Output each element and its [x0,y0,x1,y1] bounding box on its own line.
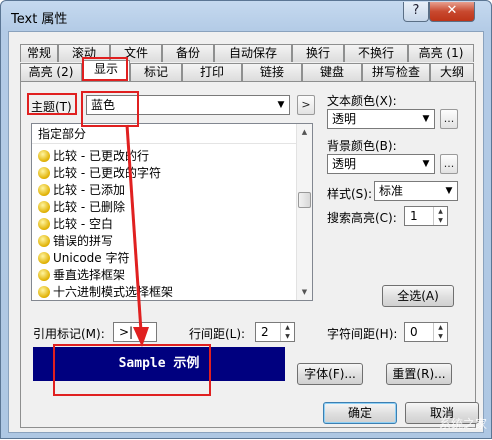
theme-select-value: 蓝色 [91,98,116,112]
color-swatch-icon [38,252,50,264]
list-item[interactable]: Unicode 字符 [38,250,129,267]
list-item-label: 比较 - 已更改的字符 [53,166,161,180]
bg-color-more-button[interactable]: ... [440,154,458,174]
list-item-label: 十六进制模式选择框架 [53,285,174,299]
color-swatch-icon [38,150,50,162]
list-item[interactable]: 比较 - 已更改的行 [38,148,149,165]
list-item-label: Unicode 字符 [53,251,130,265]
text-color-value: 透明 [332,112,357,126]
color-swatch-icon [38,167,50,179]
ref-mark-field[interactable]: >| [113,322,157,342]
chevron-down-icon: ▼ [422,114,430,124]
style-select[interactable]: 标准 ▼ [374,181,458,201]
watermark-logo: 系统之家 [438,417,487,431]
scroll-up-icon[interactable]: ▲ [297,124,312,140]
list-item[interactable]: 错误的拼写 [38,233,113,250]
color-swatch-icon [38,269,50,281]
char-spacing-spinner[interactable]: 0 ▲ ▼ [404,322,448,342]
list-item[interactable]: 比较 - 空白 [38,216,113,233]
search-highlight-label: 搜索高亮(C): [327,211,397,225]
list-scrollbar[interactable]: ▲ ▼ [296,124,312,300]
line-spacing-label: 行间距(L): [189,327,246,341]
search-highlight-value: 1 [410,209,418,223]
scroll-down-icon[interactable]: ▼ [297,284,312,300]
list-header: 指定部分 [32,124,296,144]
text-color-select[interactable]: 透明 ▼ [327,109,435,129]
chevron-down-icon: ▼ [277,100,285,110]
color-swatch-icon [38,286,50,298]
style-value: 标准 [379,184,404,198]
color-swatch-icon [38,218,50,230]
spin-arrows-icon[interactable]: ▲ ▼ [433,323,447,341]
color-swatch-icon [38,201,50,213]
bg-color-label: 背景颜色(B): [327,139,397,153]
list-item[interactable]: 比较 - 已添加 [38,182,125,199]
theme-select[interactable]: 蓝色 ▼ [86,95,290,115]
bg-color-value: 透明 [332,157,357,171]
list-item[interactable]: 比较 - 已更改的字符 [38,165,161,182]
line-spacing-spinner[interactable]: 2 ▲ ▼ [255,322,295,342]
sample-preview: Sample 示例 [33,347,285,381]
color-swatch-icon [38,184,50,196]
chevron-down-icon: ▼ [422,159,430,169]
bg-color-select[interactable]: 透明 ▼ [327,154,435,174]
text-color-label: 文本颜色(X): [327,94,397,108]
theme-next-button[interactable]: > [297,95,315,115]
part-list[interactable]: 指定部分 比较 - 已更改的行 比较 - 已更改的字符 比较 - 已添加 比较 … [31,123,313,301]
select-all-button[interactable]: 全选(A) [382,285,454,307]
reset-button[interactable]: 重置(R)... [386,363,452,385]
list-item[interactable]: 十六进制模式选择框架 [38,284,174,300]
properties-window: Text 属性 ? ✕ 常规 滚动 文件 备份 自动保存 换行 不换行 高亮 (… [0,0,492,439]
tab-display[interactable]: 显示 [82,60,130,81]
ref-mark-label: 引用标记(M): [33,327,105,341]
ok-button[interactable]: 确定 [323,402,397,424]
char-spacing-value: 0 [410,325,418,339]
list-item[interactable]: 比较 - 已删除 [38,199,125,216]
char-spacing-label: 字符间距(H): [327,327,398,341]
list-item[interactable]: 垂直选择框架 [38,267,125,284]
list-item-label: 垂直选择框架 [53,268,126,282]
ref-mark-value: >| [119,325,134,339]
style-label: 样式(S): [327,187,373,201]
spin-arrows-icon[interactable]: ▲ ▼ [433,207,447,225]
spin-arrows-icon[interactable]: ▲ ▼ [280,323,294,341]
text-color-more-button[interactable]: ... [440,109,458,129]
theme-label: 主题(T) [31,100,72,114]
color-swatch-icon [38,235,50,247]
list-item-label: 比较 - 已更改的行 [53,149,149,163]
list-item-label: 比较 - 已添加 [53,183,125,197]
list-item-label: 比较 - 已删除 [53,200,125,214]
list-item-label: 比较 - 空白 [53,217,113,231]
scroll-thumb[interactable] [298,192,311,208]
list-item-label: 错误的拼写 [53,234,114,248]
font-button[interactable]: 字体(F)... [297,363,363,385]
line-spacing-value: 2 [261,325,269,339]
search-highlight-spinner[interactable]: 1 ▲ ▼ [404,206,448,226]
chevron-down-icon: ▼ [445,186,453,196]
